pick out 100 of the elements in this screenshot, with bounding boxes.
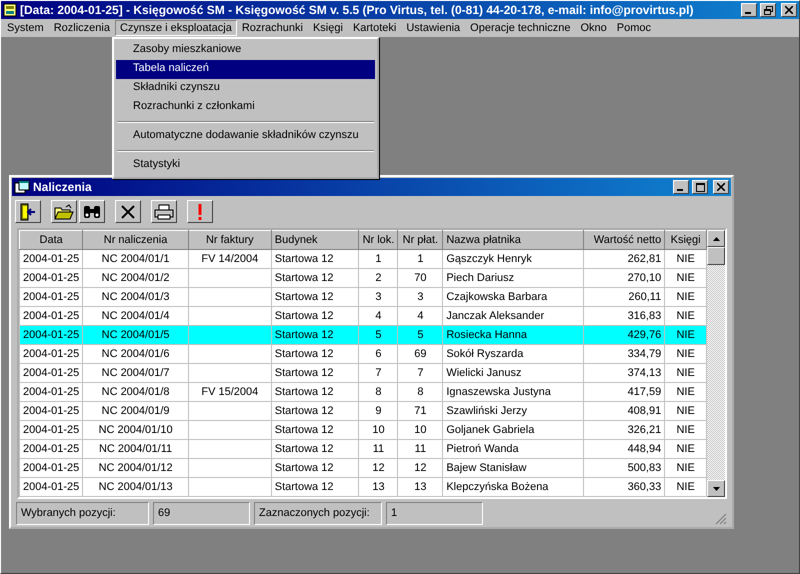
table-cell: 11	[398, 440, 443, 458]
maximize-icon	[696, 182, 704, 192]
menu-item[interactable]: Operacje techniczne	[465, 20, 576, 36]
status-label: Zaznaczonych pozycji:	[254, 502, 382, 525]
table-cell: Startowa 12	[271, 440, 359, 458]
scroll-up-button[interactable]	[707, 230, 725, 247]
menu-item[interactable]: Rozrachunki	[236, 20, 308, 36]
menu-option[interactable]: Składniki czynszu	[116, 79, 375, 98]
table-cell: 334,79	[583, 344, 665, 364]
delete-button[interactable]	[115, 200, 141, 223]
table-cell: 2004-01-25	[20, 344, 83, 364]
table-cell: 2004-01-25	[20, 478, 83, 496]
table-cell: 69	[398, 344, 443, 364]
table-cell: 9	[358, 402, 398, 420]
table-cell: FV 15/2004	[188, 382, 272, 402]
table-cell: Startowa 12	[271, 458, 359, 478]
column-header[interactable]: Księgi	[664, 230, 706, 250]
table-cell: 260,11	[583, 288, 665, 306]
table-cell: 7	[398, 364, 443, 382]
print-button[interactable]	[151, 200, 177, 223]
column-header[interactable]: Wartość netto	[583, 230, 665, 250]
table-row[interactable]: 2004-01-25 NC 2004/01/7 Startowa 12 7 7 Wielicki Janusz 374,13 NIE	[20, 364, 706, 382]
table-row[interactable]: 2004-01-25 NC 2004/01/8 FV 15/2004 Startowa 12 8 8 Ignaszewska Justyna 417,59 NIE	[20, 382, 706, 402]
column-header[interactable]: Nr naliczenia	[82, 230, 188, 250]
menu-item[interactable]: Ustawienia	[401, 20, 466, 36]
table-row[interactable]: 2004-01-25 NC 2004/01/13 Startowa 12 13 13 Klepczyńska Bożena 360,33 NIE	[20, 478, 706, 496]
menu-item[interactable]: Okno	[575, 20, 612, 36]
table-row[interactable]: 2004-01-25 NC 2004/01/6 Startowa 12 6 69 Sokół Ryszarda 334,79 NIE	[20, 344, 706, 364]
table-row[interactable]: 2004-01-25 NC 2004/01/1 FV 14/2004 Startowa 12 1 1 Gąszczyk Henryk 262,81 NIE	[20, 250, 706, 268]
table-row[interactable]: 2004-01-25 NC 2004/01/10 Startowa 12 10 10 Goljanek Gabriela 326,21 NIE	[20, 420, 706, 440]
menu-option[interactable]: Automatyczne dodawanie składników czynszu	[116, 127, 375, 146]
table-cell: 2004-01-25	[20, 250, 83, 268]
exit-button[interactable]	[15, 200, 41, 223]
table-row[interactable]: 2004-01-25 NC 2004/01/3 Startowa 12 3 3 Czajkowska Barbara 260,11 NIE	[20, 288, 706, 306]
table-cell: NC 2004/01/2	[82, 268, 188, 288]
minimize-button[interactable]	[673, 180, 689, 194]
table-cell: 8	[398, 382, 443, 402]
menu-item[interactable]: Pomoc	[612, 20, 656, 36]
table-cell: Startowa 12	[271, 344, 359, 364]
menu-item[interactable]: Czynsze i eksploatacja	[114, 20, 237, 36]
table-cell: 8	[358, 382, 398, 402]
table-cell: 12	[358, 458, 398, 478]
column-header[interactable]: Budynek	[271, 230, 359, 250]
table-cell: 5	[358, 326, 398, 344]
column-header[interactable]: Nr lok.	[358, 230, 398, 250]
column-header[interactable]: Nr faktury	[188, 230, 272, 250]
table-cell: Startowa 12	[271, 326, 359, 344]
menu-item[interactable]: Kartoteki	[348, 20, 402, 36]
table-cell: Startowa 12	[271, 364, 359, 382]
table-cell: 3	[358, 288, 398, 306]
column-header[interactable]: Nr płat.	[398, 230, 443, 250]
column-header[interactable]: Data	[20, 230, 83, 250]
table-row[interactable]: 2004-01-25 NC 2004/01/9 Startowa 12 9 71 Szawliński Jerzy 408,91 NIE	[20, 402, 706, 420]
table-cell: Startowa 12	[271, 288, 359, 306]
delete-icon	[120, 204, 136, 220]
menu-option[interactable]: Zasoby mieszkaniowe	[116, 41, 375, 60]
table-cell: Czajkowska Barbara	[442, 288, 584, 306]
menu-option[interactable]: Tabela naliczeń	[116, 60, 375, 79]
close-icon	[785, 6, 793, 14]
table-cell: 417,59	[583, 382, 665, 402]
table-row[interactable]: 2004-01-25 NC 2004/01/2 Startowa 12 2 70 Piech Dariusz 270,10 NIE	[20, 268, 706, 288]
maximize-button[interactable]	[692, 180, 708, 194]
table-cell: NC 2004/01/8	[82, 382, 188, 402]
menu-item[interactable]: System	[2, 20, 49, 36]
table-cell: 12	[398, 458, 443, 478]
table-cell: 1	[398, 250, 443, 268]
menu-option[interactable]: Statystyki	[116, 156, 375, 175]
resize-grip-icon[interactable]	[715, 513, 727, 525]
status-value: 1	[386, 502, 483, 525]
scroll-down-button[interactable]	[707, 480, 725, 497]
search-button[interactable]	[79, 200, 105, 223]
scroll-thumb[interactable]	[707, 247, 725, 265]
close-button[interactable]	[781, 3, 797, 17]
menu-item[interactable]: Księgi	[308, 20, 348, 36]
menu-item[interactable]: Rozliczenia	[48, 20, 115, 36]
table-cell: Szawliński Jerzy	[442, 402, 584, 420]
table-cell: NC 2004/01/11	[82, 440, 188, 458]
table-cell: 5	[398, 326, 443, 344]
table-cell: 10	[398, 420, 443, 440]
table-cell: Startowa 12	[271, 250, 359, 268]
status-value: 69	[153, 502, 250, 525]
child-window-title: Naliczenia	[33, 180, 93, 194]
table-cell: NC 2004/01/6	[82, 344, 188, 364]
open-button[interactable]	[51, 200, 77, 223]
minimize-button[interactable]	[741, 3, 757, 17]
close-button[interactable]	[713, 180, 729, 194]
table-cell: Gąszczyk Henryk	[442, 250, 584, 268]
table-cell: Wielicki Janusz	[442, 364, 584, 382]
table-row[interactable]: 2004-01-25 NC 2004/01/5 Startowa 12 5 5 Rosiecka Hanna 429,76 NIE	[20, 326, 706, 344]
restore-button[interactable]	[760, 3, 776, 17]
table-cell: 11	[358, 440, 398, 458]
app-icon	[3, 3, 17, 17]
column-header[interactable]: Nazwa płatnika	[442, 230, 584, 250]
table-cell: Pietroń Wanda	[442, 440, 584, 458]
table-row[interactable]: 2004-01-25 NC 2004/01/12 Startowa 12 12 12 Bajew Stanisław 500,83 NIE	[20, 458, 706, 478]
menu-option[interactable]: Rozrachunki z członkami	[116, 98, 375, 117]
alert-button[interactable]	[187, 200, 213, 223]
table-cell: 6	[358, 344, 398, 364]
table-row[interactable]: 2004-01-25 NC 2004/01/11 Startowa 12 11 11 Pietroń Wanda 448,94 NIE	[20, 440, 706, 458]
table-cell: NC 2004/01/9	[82, 402, 188, 420]
